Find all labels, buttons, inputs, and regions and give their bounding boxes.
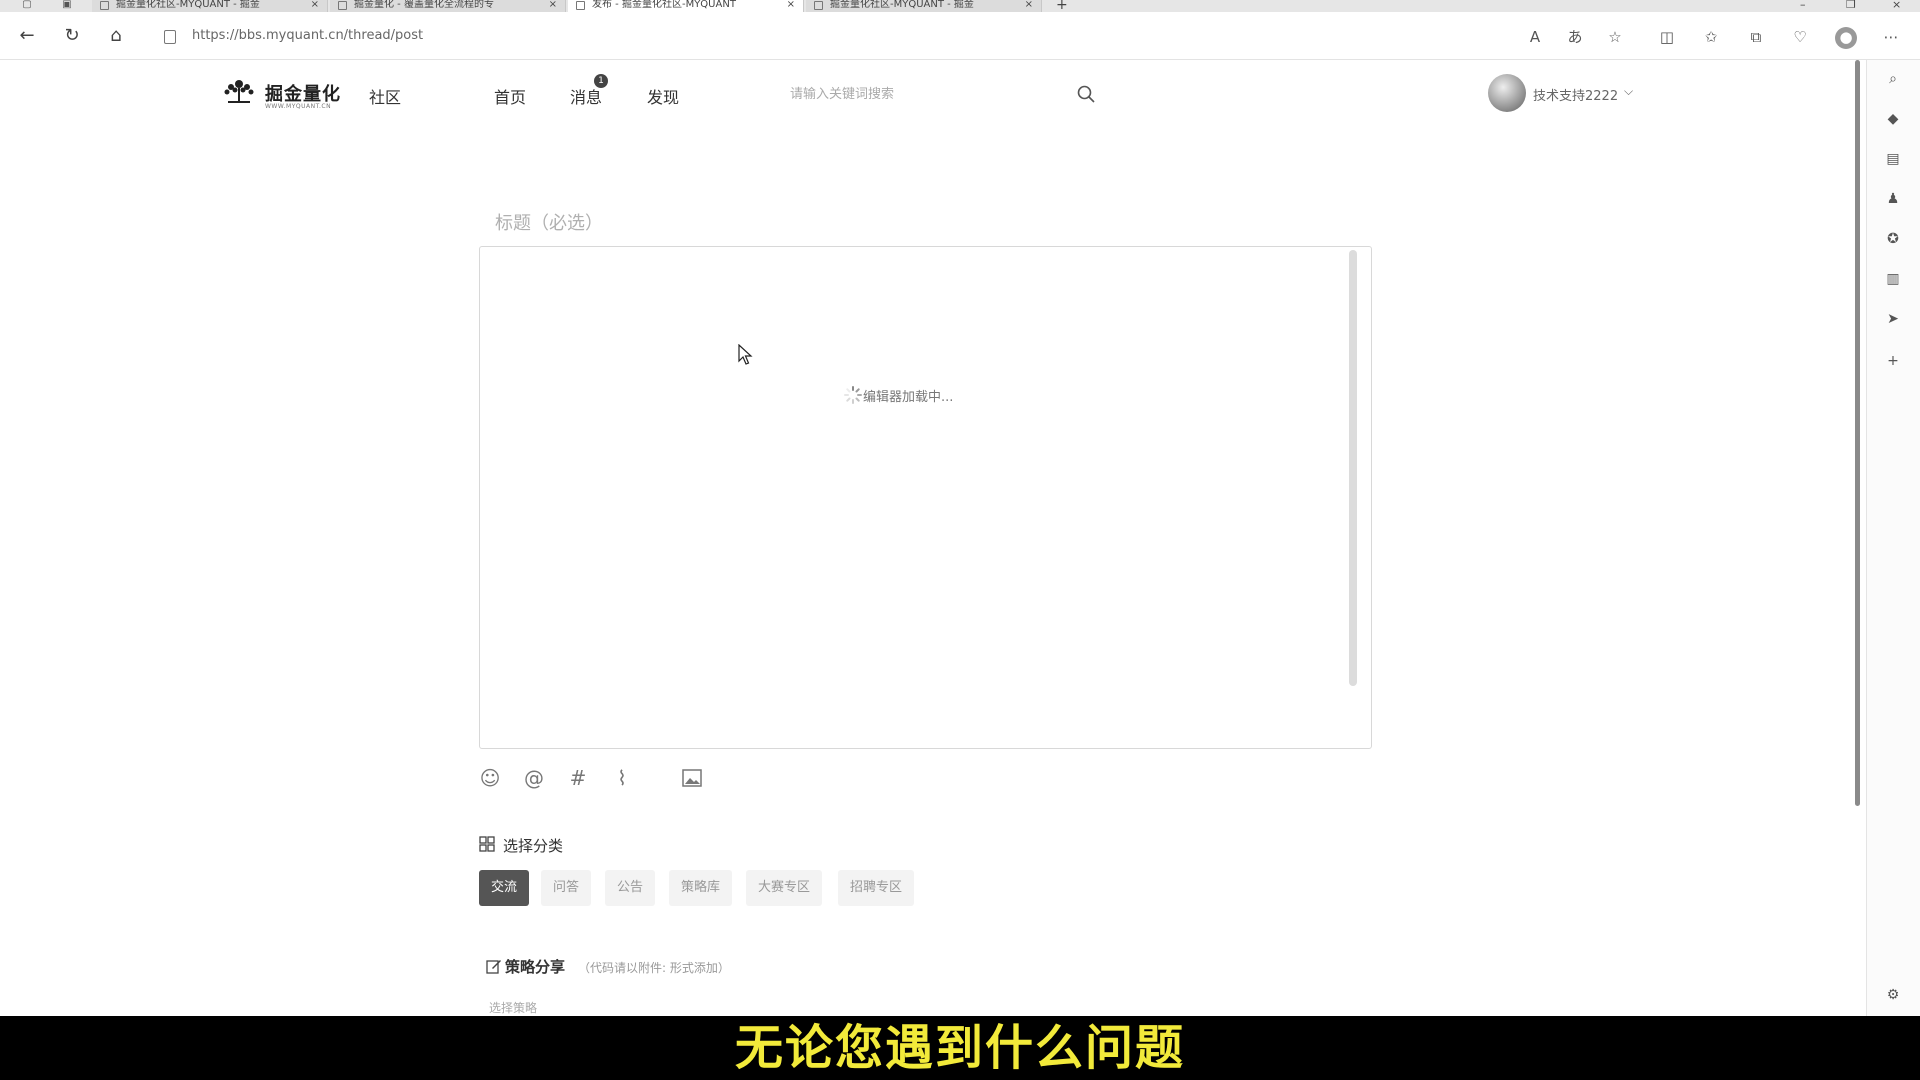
- strategy-share-heading: 策略分享: [505, 958, 566, 976]
- category-recruitment-button[interactable]: 招聘专区: [838, 870, 915, 906]
- read-aloud-icon[interactable]: A: [1524, 27, 1546, 49]
- restore-icon[interactable]: ❐: [1846, 0, 1856, 10]
- close-window-icon[interactable]: ×: [1892, 0, 1901, 10]
- strategy-select[interactable]: 选择策略: [489, 999, 537, 1016]
- favorites-icon[interactable]: ✩: [1700, 27, 1722, 49]
- sidebar-add-icon[interactable]: +: [1884, 352, 1902, 370]
- sidebar-shopping-icon[interactable]: ▤: [1884, 150, 1902, 168]
- nav-messages[interactable]: 消息: [570, 84, 602, 108]
- translate-icon[interactable]: あ: [1564, 27, 1586, 49]
- section-title[interactable]: 社区: [369, 84, 401, 108]
- logo-subtext: WWW.MYQUANT.CN: [265, 103, 332, 110]
- tab-actions-icon[interactable]: ▣: [56, 0, 78, 12]
- refresh-icon[interactable]: ↻: [61, 26, 83, 48]
- avatar[interactable]: [1488, 74, 1526, 112]
- title-input[interactable]: [480, 206, 1360, 240]
- search-input[interactable]: [790, 80, 1090, 108]
- loading-spinner-icon: [844, 386, 862, 404]
- sidebar-send-icon[interactable]: ➤: [1884, 310, 1902, 328]
- editor-scrollbar[interactable]: [1349, 250, 1357, 686]
- category-heading: 选择分类: [503, 837, 564, 855]
- home-icon[interactable]: ⌂: [105, 26, 127, 48]
- tab-close-icon[interactable]: ×: [549, 0, 557, 10]
- sidebar-games-icon[interactable]: ✪: [1884, 230, 1902, 248]
- browser-tab[interactable]: 掘金量化社区-MYQUANT - 掘金 ×: [806, 0, 1042, 12]
- nav-home[interactable]: 首页: [494, 84, 526, 108]
- chevron-down-icon[interactable]: ⌵: [1624, 84, 1633, 99]
- sidebar-tools-icon[interactable]: ♟: [1884, 190, 1902, 208]
- tab-close-icon[interactable]: ×: [1025, 0, 1033, 10]
- workspaces-icon[interactable]: ▢: [16, 0, 38, 12]
- hashtag-icon[interactable]: #: [566, 766, 590, 790]
- split-screen-icon[interactable]: ◫: [1656, 27, 1678, 49]
- new-tab-icon[interactable]: +: [1056, 0, 1068, 12]
- tab-title: 掘金量化社区-MYQUANT - 掘金: [830, 0, 974, 10]
- edit-icon: [486, 960, 501, 974]
- username[interactable]: 技术支持2222: [1533, 85, 1618, 104]
- search-icon[interactable]: [1076, 84, 1096, 104]
- sidebar-tag-icon[interactable]: ◆: [1884, 110, 1902, 128]
- category-strategy-library-button[interactable]: 策略库: [669, 870, 733, 906]
- tab-title: 掘金量化社区-MYQUANT - 掘金: [116, 0, 260, 10]
- lock-icon: [164, 30, 176, 44]
- browser-toolbar: ← ↻ ⌂ https://bbs.myquant.cn/thread/post…: [0, 12, 1920, 60]
- browser-tab-active[interactable]: 发布 - 掘金量化社区-MYQUANT ×: [568, 0, 804, 12]
- sidebar-search-icon[interactable]: ⌕: [1884, 70, 1902, 88]
- more-menu-icon[interactable]: ⋯: [1880, 27, 1902, 49]
- sidebar-office-icon[interactable]: ▥: [1884, 270, 1902, 288]
- mouse-pointer-icon: [738, 344, 753, 365]
- browser-tab[interactable]: 掘金量化 - 覆盖量化全流程的专 ×: [330, 0, 566, 12]
- message-badge: 1: [594, 74, 608, 88]
- emoji-icon[interactable]: ☺: [478, 766, 502, 790]
- tab-favicon: [338, 1, 347, 10]
- browser-sidebar: ⌕ ◆ ▤ ♟ ✪ ▥ ➤ + ⚙: [1866, 60, 1920, 1016]
- back-icon[interactable]: ←: [16, 26, 38, 48]
- tab-close-icon[interactable]: ×: [787, 0, 795, 10]
- editor-loading-text: 编辑器加载中...: [863, 390, 954, 405]
- tab-title: 发布 - 掘金量化社区-MYQUANT: [592, 0, 736, 10]
- video-subtitle: 无论您遇到什么问题: [734, 1020, 1185, 1076]
- strategy-share-note: （代码请以附件: 形式添加）: [578, 961, 730, 975]
- site-header: 掘金量化 WWW.MYQUANT.CN 社区 首页 消息 1 发现 技术支持22…: [0, 60, 1850, 132]
- sidebar-settings-icon[interactable]: ⚙: [1884, 986, 1902, 1004]
- page-scrollbar[interactable]: [1852, 60, 1862, 1016]
- profile-icon[interactable]: ●: [1835, 27, 1857, 49]
- category-announcement-button[interactable]: 公告: [605, 870, 656, 906]
- browser-tab-strip: ▢ ▣ 掘金量化社区-MYQUANT - 掘金 × 掘金量化 - 覆盖量化全流程…: [0, 0, 1920, 12]
- logo-tree-icon[interactable]: [222, 76, 256, 104]
- nav-discover[interactable]: 发现: [647, 84, 679, 108]
- tab-favicon: [100, 1, 109, 10]
- rich-text-editor[interactable]: 编辑器加载中...: [479, 246, 1372, 749]
- category-grid-icon: [479, 836, 495, 852]
- browser-tab[interactable]: 掘金量化社区-MYQUANT - 掘金 ×: [92, 0, 328, 12]
- tab-close-icon[interactable]: ×: [311, 0, 319, 10]
- tab-favicon: [814, 1, 823, 10]
- category-qa-button[interactable]: 问答: [541, 870, 592, 906]
- subtitle-band: 无论您遇到什么问题: [0, 1016, 1920, 1080]
- browser-essentials-icon[interactable]: ♡: [1789, 27, 1811, 49]
- tab-title: 掘金量化 - 覆盖量化全流程的专: [354, 0, 494, 10]
- minimize-icon[interactable]: –: [1800, 0, 1806, 10]
- scrollbar-thumb[interactable]: [1855, 60, 1860, 806]
- category-exchange-button[interactable]: 交流: [479, 870, 530, 906]
- tab-favicon: [576, 1, 585, 10]
- category-contest-button[interactable]: 大赛专区: [746, 870, 823, 906]
- collections-icon[interactable]: ⧉: [1745, 27, 1767, 49]
- attachment-icon[interactable]: ⌇: [610, 766, 634, 790]
- image-icon[interactable]: [680, 766, 704, 790]
- favorite-star-icon[interactable]: ☆: [1604, 27, 1626, 49]
- mention-icon[interactable]: @: [522, 766, 546, 790]
- address-bar[interactable]: https://bbs.myquant.cn/thread/post: [192, 28, 423, 43]
